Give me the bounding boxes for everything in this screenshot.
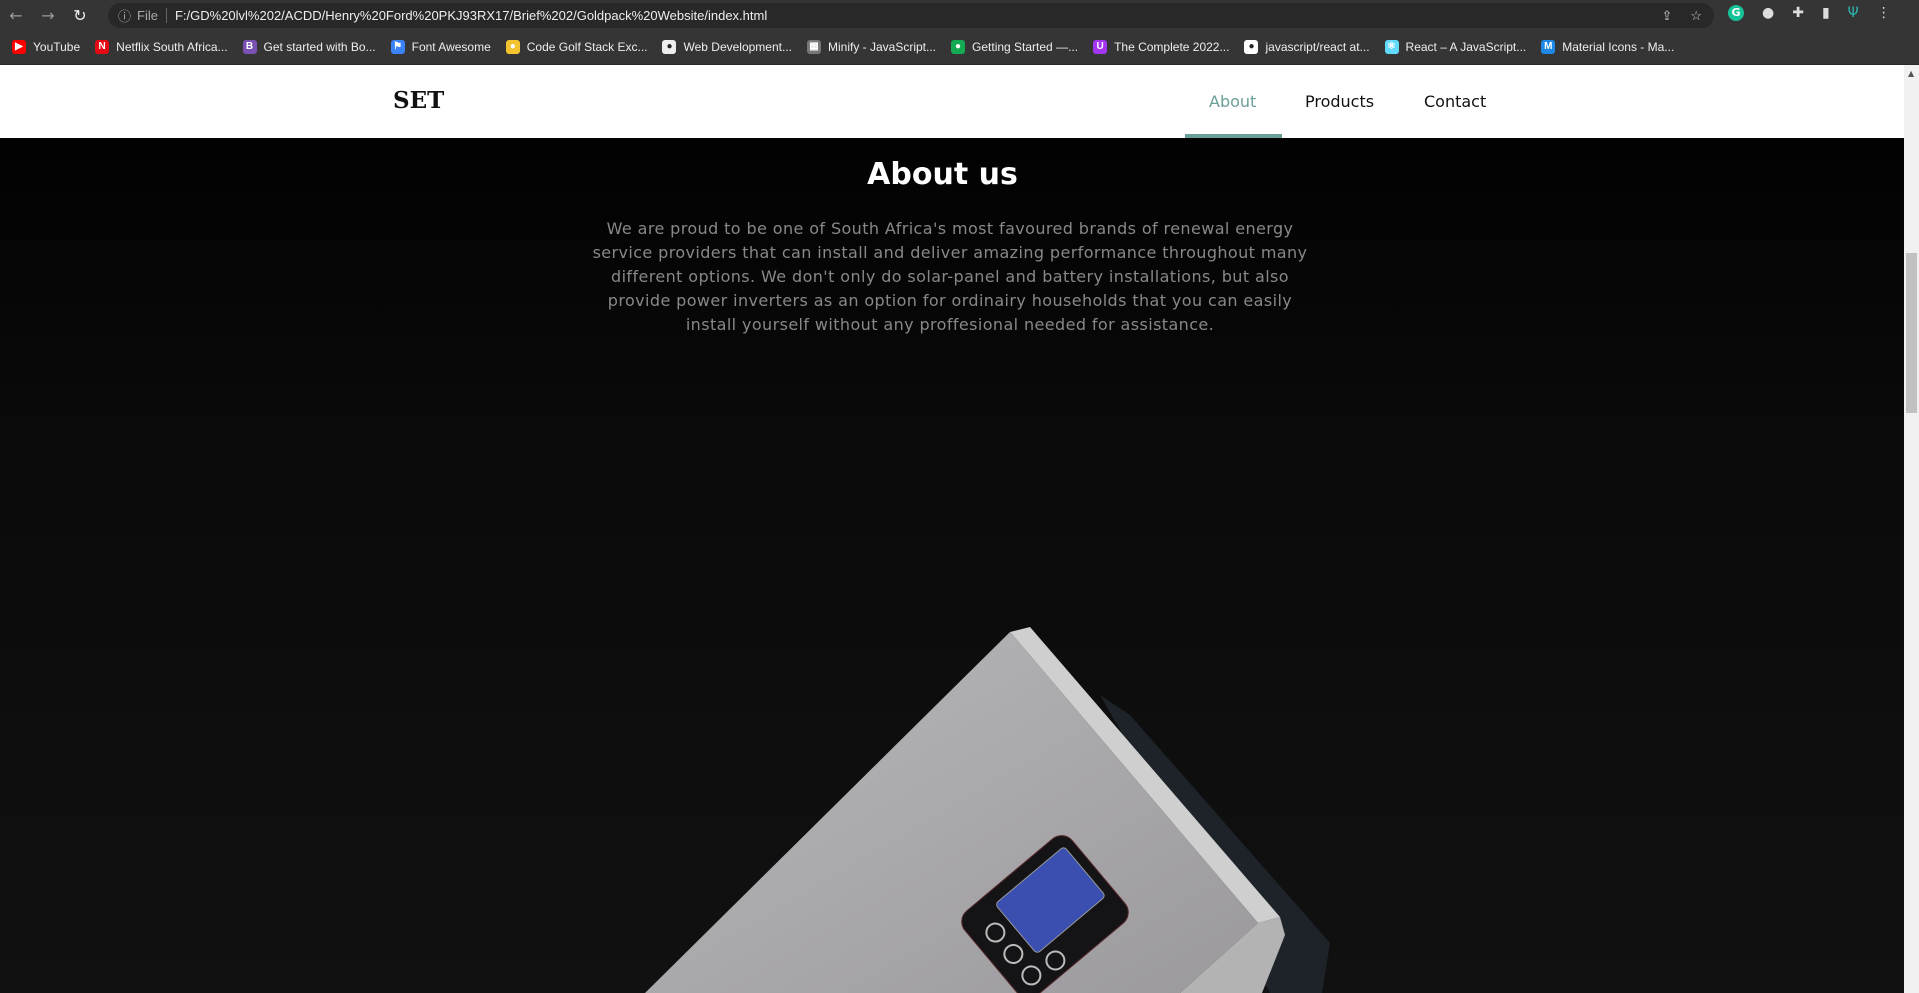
page: SET About Products Contact About us We a… (0, 65, 1904, 993)
about-paragraph: We are proud to be one of South Africa's… (592, 219, 1308, 334)
reload-icon[interactable]: ↻ (64, 6, 96, 25)
bookmark-label: Web Development... (683, 40, 792, 54)
bookmark-label: javascript/react at... (1265, 40, 1370, 54)
bookmark-label: Getting Started —... (972, 40, 1079, 54)
bookmark-item[interactable]: ▦ Minify - JavaScript... (806, 40, 937, 54)
menu-icon[interactable]: ⋮ (1877, 5, 1891, 21)
bookmark-label: Netflix South Africa... (116, 40, 228, 54)
bookmark-favicon-icon: ▦ (806, 40, 821, 54)
bookmark-favicon-icon: U (1093, 40, 1108, 54)
bookmark-item[interactable]: N Netflix South Africa... (95, 40, 228, 54)
page-title: About us (867, 157, 1018, 192)
bookmark-favicon-icon: ▶ (12, 40, 26, 54)
bookmark-label: Font Awesome (411, 40, 491, 54)
bookmark-item[interactable]: ▶ YouTube (12, 40, 80, 54)
nav-products[interactable]: Products (1305, 92, 1374, 111)
address-bar[interactable]: ⓘ File F:/GD%20lvl%202/ACDD/Henry%20Ford… (108, 3, 1714, 28)
bookmark-label: Code Golf Stack Exc... (526, 40, 648, 54)
active-nav-underline (1185, 134, 1282, 138)
bookmark-item[interactable]: ● javascript/react at... (1244, 40, 1370, 54)
bookmark-item[interactable]: ⚑ Font Awesome (390, 40, 491, 54)
nav-contact[interactable]: Contact (1424, 92, 1486, 111)
back-icon[interactable]: ← (0, 6, 32, 25)
url-text[interactable]: F:/GD%20lvl%202/ACDD/Henry%20Ford%20PKJ9… (175, 8, 767, 23)
bookmark-item[interactable]: U The Complete 2022... (1093, 40, 1229, 54)
bookmark-item[interactable]: M Material Icons - Ma... (1541, 40, 1674, 54)
bookmark-favicon-icon: ⚑ (390, 40, 405, 54)
browser-toolbar: ← → ↻ ⓘ File F:/GD%20lvl%202/ACDD/Henry%… (0, 0, 1919, 30)
share-icon[interactable]: ⇪ (1661, 8, 1672, 24)
bookmark-favicon-icon: ● (1244, 40, 1259, 54)
nav-about[interactable]: About (1209, 92, 1256, 111)
scheme-label: File (137, 8, 167, 23)
bookmark-label: Minify - JavaScript... (827, 40, 937, 54)
info-icon[interactable]: ⓘ (118, 6, 131, 25)
bookmark-favicon-icon: N (95, 40, 110, 54)
bookmarks-bar: ▶ YouTube N Netflix South Africa... B Get sta… (0, 30, 1919, 65)
bookmark-label: Material Icons - Ma... (1562, 40, 1675, 54)
extension-icon[interactable]: ● (1762, 5, 1774, 21)
bookmark-label: Get started with Bo... (263, 40, 376, 54)
bookmark-label: React – A JavaScript... (1405, 40, 1527, 54)
profile-icon[interactable]: Ψ (1848, 5, 1859, 21)
star-icon[interactable]: ☆ (1690, 8, 1702, 24)
inverter-image (645, 627, 1330, 993)
bookmark-favicon-icon: ● (662, 40, 677, 54)
bookmark-favicon-icon: ⚛ (1384, 40, 1399, 54)
grammarly-icon[interactable]: G (1728, 5, 1744, 21)
sidepanel-icon[interactable]: ▮ (1822, 5, 1830, 21)
scrollbar-thumb[interactable] (1906, 253, 1917, 413)
bookmark-label: YouTube (33, 40, 81, 54)
bookmark-favicon-icon: B (242, 40, 257, 54)
bookmark-item[interactable]: B Get started with Bo... (242, 40, 376, 54)
bookmark-favicon-icon: ● (505, 40, 520, 54)
bookmark-favicon-icon: M (1541, 40, 1556, 54)
puzzle-icon[interactable]: ✚ (1792, 5, 1804, 21)
bookmark-item[interactable]: ● Code Golf Stack Exc... (505, 40, 648, 54)
forward-icon[interactable]: → (32, 6, 64, 25)
scroll-up-icon[interactable]: ▲ (1908, 69, 1914, 78)
site-logo[interactable]: SET (393, 87, 444, 114)
bookmark-item[interactable]: ● Web Development... (662, 40, 792, 54)
bookmark-item[interactable]: ⚛ React – A JavaScript... (1384, 40, 1527, 54)
scrollbar[interactable]: ▲ (1904, 65, 1919, 993)
bookmark-label: The Complete 2022... (1114, 40, 1230, 54)
site-header: SET About Products Contact (0, 65, 1904, 138)
bookmark-favicon-icon: ● (951, 40, 966, 54)
bookmark-item[interactable]: ● Getting Started —... (951, 40, 1078, 54)
